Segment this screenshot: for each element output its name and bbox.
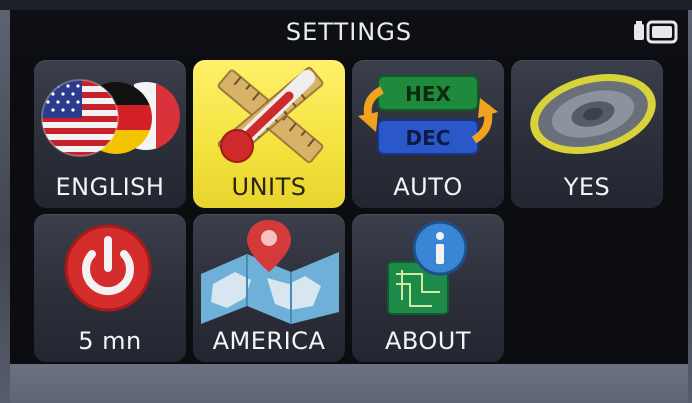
- tile-units[interactable]: UNITS: [193, 60, 345, 208]
- tile-label: ENGLISH: [55, 173, 165, 201]
- tile-label: AMERICA: [212, 327, 326, 355]
- speaker-icon: [530, 74, 656, 154]
- tile-auto-off[interactable]: 5 mn: [34, 214, 186, 362]
- dec-text: DEC: [406, 126, 451, 150]
- tile-language[interactable]: ENGLISH: [34, 60, 186, 208]
- tile-label: ABOUT: [384, 327, 472, 355]
- map-pin-icon: [201, 220, 339, 324]
- tile-label: YES: [563, 173, 611, 201]
- tile-about[interactable]: ABOUT: [352, 214, 504, 362]
- tile-label: UNITS: [231, 173, 307, 201]
- bottom-bezel: [10, 364, 688, 403]
- settings-grid: ENGLISH UNITS HEX DEC AUTO YES 5 mn AMER…: [10, 54, 688, 364]
- info-icon: [387, 220, 468, 315]
- tile-label: AUTO: [393, 173, 463, 201]
- units-thermometer-ruler-icon: [217, 66, 324, 164]
- device-screen: SETTINGS ENGLISH UNITS HEX DEC AUTO YES …: [0, 0, 692, 403]
- battery-icon: [634, 20, 678, 44]
- tile-number-format[interactable]: HEX DEC AUTO: [352, 60, 504, 208]
- hex-dec-toggle-icon: HEX DEC: [358, 75, 498, 155]
- hex-text: HEX: [405, 82, 451, 106]
- title-bar: SETTINGS: [10, 10, 688, 54]
- language-flags-icon: [41, 79, 180, 157]
- tile-label: 5 mn: [78, 327, 142, 355]
- bezel: [0, 0, 692, 10]
- tile-sound[interactable]: YES: [511, 60, 663, 208]
- page-title: SETTINGS: [285, 18, 413, 46]
- tile-region[interactable]: AMERICA: [193, 214, 345, 362]
- power-icon: [64, 224, 152, 312]
